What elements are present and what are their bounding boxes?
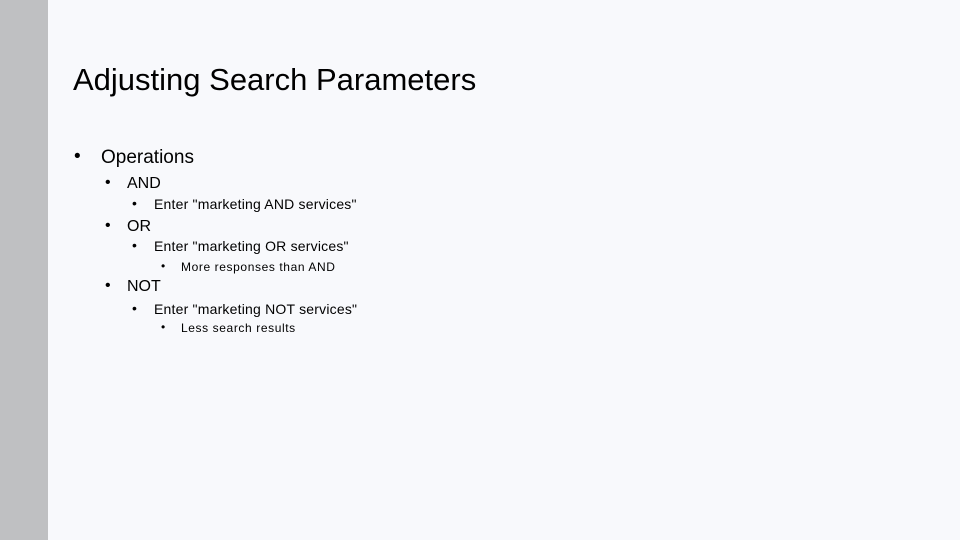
bullet-icon: • (105, 217, 111, 234)
bullet-icon: • (132, 300, 138, 316)
bullet-icon: • (161, 259, 166, 273)
bullet-icon: • (132, 195, 138, 211)
bullet-icon: • (132, 237, 138, 253)
bullet-or-example: Enter "marketing OR services" (154, 238, 349, 254)
bullet-not-note: Less search results (181, 321, 296, 335)
bullet-icon: • (74, 146, 81, 167)
bullet-or-note: More responses than AND (181, 260, 336, 274)
slide-title: Adjusting Search Parameters (73, 62, 477, 97)
bullet-not: NOT (127, 278, 161, 295)
bullet-and: AND (127, 175, 161, 192)
bullet-or: OR (127, 218, 151, 235)
bullet-and-example: Enter "marketing AND services" (154, 196, 357, 212)
bullet-not-example: Enter "marketing NOT services" (154, 301, 358, 317)
bullet-icon: • (105, 277, 111, 294)
sidebar-accent-bar (0, 0, 48, 540)
bullet-icon: • (105, 174, 111, 191)
bullet-icon: • (161, 320, 166, 334)
bullet-operations: Operations (101, 147, 194, 168)
